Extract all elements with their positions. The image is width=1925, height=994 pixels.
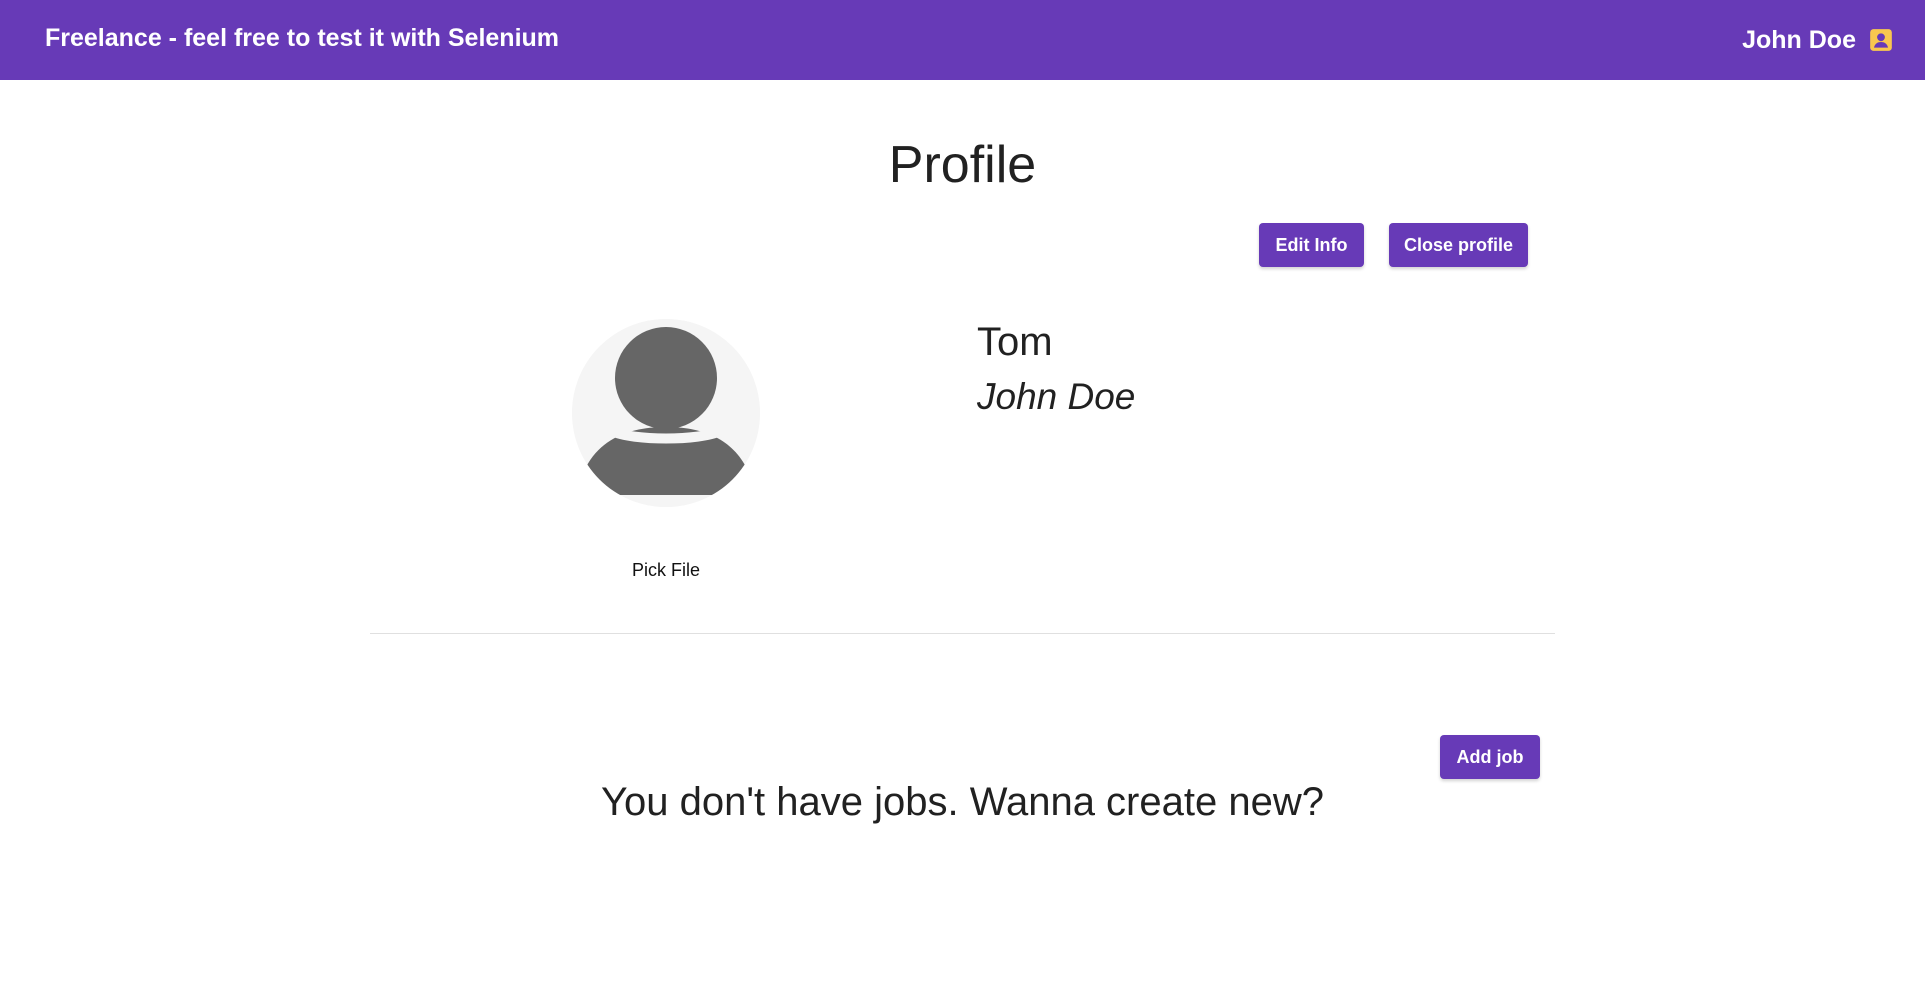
empty-jobs-message: You don't have jobs. Wanna create new?	[601, 780, 1324, 824]
edit-info-button[interactable]: Edit Info	[1259, 223, 1364, 267]
profile-avatar	[572, 319, 760, 507]
account-box-icon[interactable]	[1868, 27, 1894, 53]
pick-file-button[interactable]: Pick File	[572, 560, 760, 581]
section-divider	[370, 633, 1555, 634]
top-app-bar: Freelance - feel free to test it with Se…	[0, 0, 1925, 80]
page-title: Profile	[888, 136, 1037, 194]
add-job-button[interactable]: Add job	[1440, 735, 1540, 779]
profile-full-name: John Doe	[977, 376, 1136, 417]
user-name[interactable]: John Doe	[1742, 26, 1856, 55]
app-title[interactable]: Freelance - feel free to test it with Se…	[45, 24, 559, 53]
default-avatar-icon	[572, 319, 760, 507]
user-menu[interactable]: John Doe	[1742, 24, 1894, 56]
profile-first-name: Tom	[977, 320, 1053, 364]
close-profile-button[interactable]: Close profile	[1389, 223, 1528, 267]
